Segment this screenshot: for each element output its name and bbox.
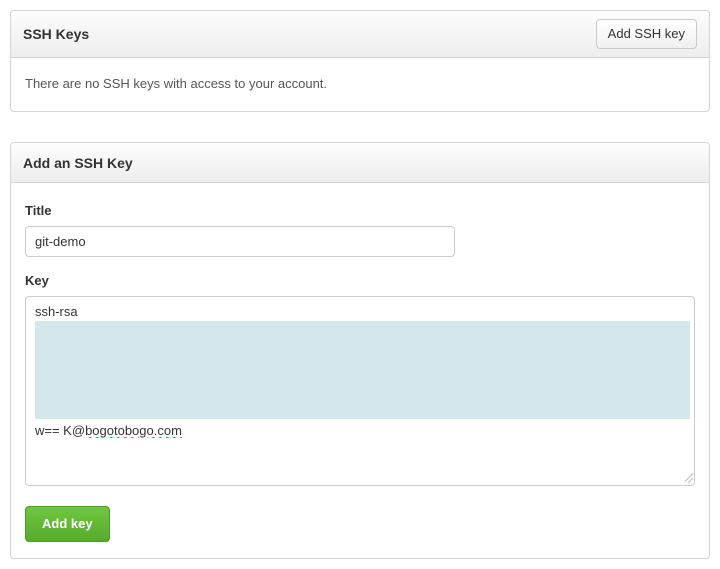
key-field-last-line: w== K@bogotobogo.com [35, 423, 685, 438]
key-field-selection-highlight [35, 321, 690, 419]
title-field-label: Title [25, 203, 695, 218]
key-field-overflow-edge [686, 321, 690, 419]
title-field[interactable] [25, 226, 455, 257]
ssh-keys-panel: SSH Keys Add SSH key There are no SSH ke… [10, 10, 710, 112]
key-last-domain: bogotobogo.com [85, 423, 182, 438]
key-field-label: Key [25, 273, 695, 288]
add-ssh-key-button[interactable]: Add SSH key [596, 19, 697, 49]
key-field-first-line: ssh-rsa [35, 304, 685, 319]
add-ssh-key-panel: Add an SSH Key Title Key ssh-rsa w== K@b… [10, 142, 710, 559]
key-field[interactable]: ssh-rsa w== K@bogotobogo.com [25, 296, 695, 486]
resize-handle-icon [680, 471, 692, 483]
ssh-keys-panel-body: There are no SSH keys with access to you… [11, 58, 709, 111]
add-ssh-key-panel-body: Title Key ssh-rsa w== K@bogotobogo.com [11, 183, 709, 558]
ssh-keys-title: SSH Keys [23, 26, 89, 42]
add-ssh-key-panel-header: Add an SSH Key [11, 143, 709, 183]
key-field-wrap: ssh-rsa w== K@bogotobogo.com [25, 296, 695, 486]
key-last-prefix: w== K@ [35, 423, 85, 438]
ssh-keys-empty-message: There are no SSH keys with access to you… [25, 76, 695, 91]
add-ssh-key-title: Add an SSH Key [23, 155, 133, 171]
ssh-keys-panel-header: SSH Keys Add SSH key [11, 11, 709, 58]
add-key-submit-button[interactable]: Add key [25, 506, 110, 542]
